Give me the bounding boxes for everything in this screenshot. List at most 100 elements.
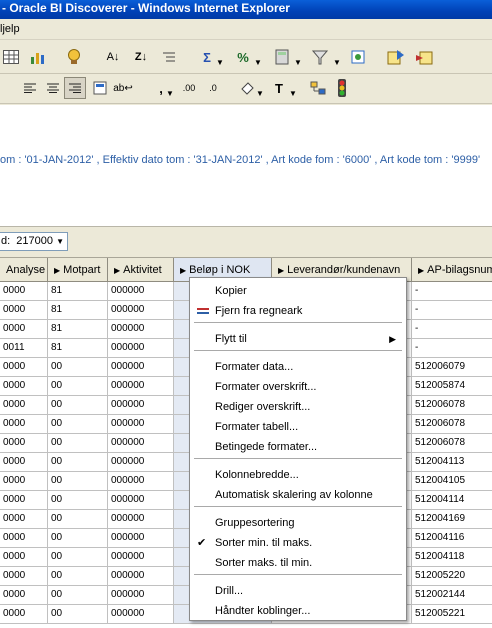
header-ap-bilagsnum[interactable]: ▶ AP-bilagsnum: [412, 258, 492, 282]
table-cell[interactable]: 0000: [0, 529, 48, 548]
text-color-icon[interactable]: T: [268, 77, 290, 99]
menu-kolonnebredde[interactable]: Kolonnebredde...: [190, 465, 406, 485]
page-item-combo[interactable]: d: 217000 ▼: [0, 232, 68, 251]
menu-formater-data[interactable]: Formater data...: [190, 357, 406, 377]
table-cell[interactable]: 0000: [0, 396, 48, 415]
expand-triangle-icon[interactable]: ▶: [54, 266, 60, 275]
table-cell[interactable]: 00: [48, 415, 108, 434]
table-cell[interactable]: 512006078: [412, 434, 492, 453]
table-cell[interactable]: 512005874: [412, 377, 492, 396]
table-cell[interactable]: 0000: [0, 453, 48, 472]
table-cell[interactable]: 000000: [108, 377, 174, 396]
table-cell[interactable]: 00: [48, 510, 108, 529]
decimal-increase-icon[interactable]: .00: [178, 77, 200, 99]
table-cell[interactable]: 0000: [0, 434, 48, 453]
table-cell[interactable]: 00: [48, 358, 108, 377]
menu-handter-koblinger[interactable]: Håndter koblinger...: [190, 601, 406, 621]
table-cell[interactable]: 000000: [108, 491, 174, 510]
table-cell[interactable]: 000000: [108, 339, 174, 358]
wrap-icon[interactable]: ab↩: [112, 77, 134, 99]
table-cell[interactable]: 0000: [0, 548, 48, 567]
table-cell[interactable]: 0011: [0, 339, 48, 358]
menu-betingede-formater[interactable]: Betingede formater...: [190, 437, 406, 457]
table-cell[interactable]: 000000: [108, 472, 174, 491]
table-cell[interactable]: 000000: [108, 567, 174, 586]
table-cell[interactable]: 000000: [108, 510, 174, 529]
table-cell[interactable]: -: [412, 282, 492, 301]
table-cell[interactable]: 0000: [0, 415, 48, 434]
table-cell[interactable]: 512006078: [412, 396, 492, 415]
table-cell[interactable]: 0000: [0, 510, 48, 529]
chevron-down-icon[interactable]: ▼: [56, 233, 64, 250]
table-cell[interactable]: 00: [48, 586, 108, 605]
menu-fjern-fra-regneark[interactable]: Fjern fra regneark: [190, 301, 406, 321]
table-cell[interactable]: 512004105: [412, 472, 492, 491]
table-cell[interactable]: 000000: [108, 415, 174, 434]
table-cell[interactable]: 000000: [108, 358, 174, 377]
table-cell[interactable]: 00: [48, 377, 108, 396]
table-cell[interactable]: -: [412, 339, 492, 358]
table-cell[interactable]: 0000: [0, 301, 48, 320]
format-icon[interactable]: [89, 77, 111, 99]
header-motpart[interactable]: ▶ Motpart: [48, 258, 108, 282]
pivot-icon[interactable]: [158, 46, 180, 68]
table-cell[interactable]: 00: [48, 396, 108, 415]
table-cell[interactable]: 000000: [108, 396, 174, 415]
menu-rediger-overskrift[interactable]: Rediger overskrift...: [190, 397, 406, 417]
table-cell[interactable]: 0000: [0, 358, 48, 377]
table-cell[interactable]: 00: [48, 434, 108, 453]
table-cell[interactable]: 0000: [0, 567, 48, 586]
table-cell[interactable]: 000000: [108, 320, 174, 339]
table-cell[interactable]: 000000: [108, 548, 174, 567]
menu-formater-overskrift[interactable]: Formater overskrift...: [190, 377, 406, 397]
table-cell[interactable]: 81: [48, 320, 108, 339]
table-cell[interactable]: 512004113: [412, 453, 492, 472]
sum-icon[interactable]: Σ: [196, 46, 218, 68]
expand-triangle-icon[interactable]: ▶: [114, 266, 120, 275]
header-aktivitet[interactable]: ▶ Aktivitet: [108, 258, 174, 282]
table-cell[interactable]: 512005220: [412, 567, 492, 586]
traffic-light-icon[interactable]: [331, 77, 353, 99]
table-cell[interactable]: 00: [48, 472, 108, 491]
table-cell[interactable]: 000000: [108, 301, 174, 320]
menu-sorter-maks-min[interactable]: Sorter maks. til min.: [190, 553, 406, 573]
table-cell[interactable]: 00: [48, 567, 108, 586]
calc-icon[interactable]: [271, 46, 293, 68]
table-cell[interactable]: -: [412, 301, 492, 320]
table-cell[interactable]: 00: [48, 491, 108, 510]
table-cell[interactable]: 512006078: [412, 415, 492, 434]
table-cell[interactable]: 00: [48, 453, 108, 472]
lightbulb-icon[interactable]: [63, 46, 85, 68]
expand-triangle-icon[interactable]: ▶: [278, 266, 284, 275]
table-cell[interactable]: 512004118: [412, 548, 492, 567]
menu-automatisk-skalering[interactable]: Automatisk skalering av kolonne: [190, 485, 406, 505]
percent-icon[interactable]: %: [232, 46, 254, 68]
menu-gruppesortering[interactable]: Gruppesortering: [190, 513, 406, 533]
table-cell[interactable]: 00: [48, 548, 108, 567]
menu-drill[interactable]: Drill...: [190, 581, 406, 601]
filter-icon[interactable]: [309, 46, 331, 68]
table-cell[interactable]: 81: [48, 301, 108, 320]
table-cell[interactable]: 512004116: [412, 529, 492, 548]
table-cell[interactable]: 512004169: [412, 510, 492, 529]
hierarchy-icon[interactable]: [307, 77, 329, 99]
header-analyse[interactable]: Analyse: [0, 258, 48, 282]
export-icon[interactable]: [385, 46, 407, 68]
table-cell[interactable]: 512005221: [412, 605, 492, 624]
table-cell[interactable]: 512006079: [412, 358, 492, 377]
expand-triangle-icon[interactable]: ▶: [180, 266, 186, 275]
table-icon[interactable]: [0, 46, 22, 68]
table-cell[interactable]: 0000: [0, 320, 48, 339]
menu-flytt-til[interactable]: Flytt til ▶: [190, 329, 406, 349]
sort-desc-icon[interactable]: Z↓: [130, 46, 152, 68]
menu-kopier[interactable]: Kopier: [190, 281, 406, 301]
menu-help[interactable]: ljelp: [0, 23, 20, 35]
table-cell[interactable]: 000000: [108, 586, 174, 605]
decimal-decrease-icon[interactable]: .0: [202, 77, 224, 99]
align-left-icon[interactable]: [19, 77, 41, 99]
table-cell[interactable]: 0000: [0, 491, 48, 510]
table-cell[interactable]: 000000: [108, 453, 174, 472]
table-cell[interactable]: 81: [48, 339, 108, 358]
chart-icon[interactable]: [27, 46, 49, 68]
parameter-icon[interactable]: [347, 46, 369, 68]
